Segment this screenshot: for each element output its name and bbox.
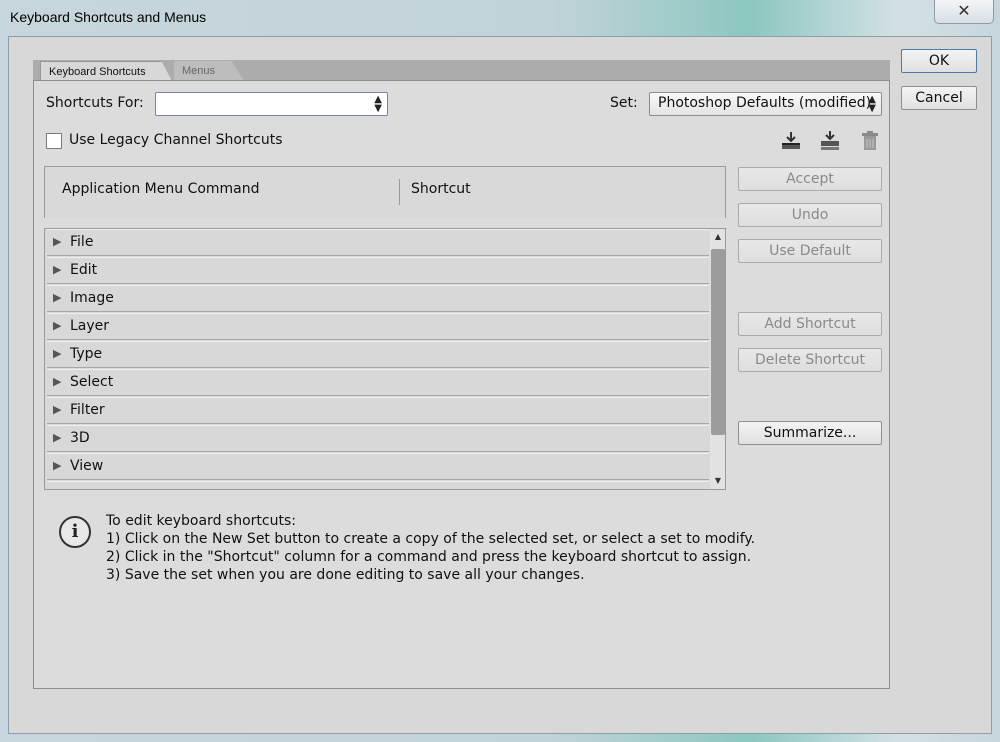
use-default-button[interactable]: Use Default: [738, 239, 882, 263]
accept-button[interactable]: Accept: [738, 167, 882, 191]
expand-triangle-icon[interactable]: ▶: [53, 431, 61, 444]
list-item-label: View: [70, 458, 104, 474]
set-value: Photoshop Defaults (modified): [658, 95, 872, 111]
summarize-button[interactable]: Summarize...: [738, 421, 882, 445]
expand-triangle-icon[interactable]: ▶: [53, 459, 61, 472]
list-item[interactable]: ▶ View: [47, 453, 709, 480]
expand-triangle-icon[interactable]: ▶: [53, 263, 61, 276]
command-list[interactable]: ▶ File ▶ Edit ▶ Image ▶ Layer ▶ Type ▶ Select …: [44, 228, 726, 490]
window-title: Keyboard Shortcuts and Menus: [10, 9, 207, 25]
delete-shortcut-button[interactable]: Delete Shortcut: [738, 348, 882, 372]
tab-keyboard-shortcuts[interactable]: Keyboard Shortcuts: [40, 61, 172, 81]
title-bar[interactable]: Keyboard Shortcuts and Menus ✕: [0, 0, 1000, 36]
add-shortcut-button[interactable]: Add Shortcut: [738, 312, 882, 336]
list-item[interactable]: ▶ 3D: [47, 425, 709, 452]
list-item-label: Image: [70, 290, 114, 306]
expand-triangle-icon[interactable]: ▶: [53, 347, 61, 360]
dialog-window: Keyboard Shortcuts and Menus ✕ Keyboard …: [0, 0, 1000, 742]
list-item-label: Layer: [70, 318, 110, 334]
list-item[interactable]: ▶ Layer: [47, 313, 709, 340]
delete-set-icon[interactable]: [858, 130, 882, 152]
close-icon: ✕: [957, 1, 971, 20]
list-item[interactable]: ▶ Edit: [47, 257, 709, 284]
info-text-line: 3) Save the set when you are done editin…: [106, 567, 585, 583]
cancel-button[interactable]: Cancel: [901, 86, 977, 110]
expand-triangle-icon[interactable]: ▶: [53, 487, 61, 489]
ok-button[interactable]: OK: [901, 49, 977, 73]
expand-triangle-icon[interactable]: ▶: [53, 291, 61, 304]
table-header: Application Menu Command Shortcut: [44, 166, 726, 218]
vertical-scrollbar[interactable]: ▲ ▼: [710, 229, 725, 489]
list-item-label: 3D: [70, 430, 90, 446]
list-item[interactable]: ▶ Select: [47, 369, 709, 396]
expand-triangle-icon[interactable]: ▶: [53, 403, 61, 416]
expand-triangle-icon[interactable]: ▶: [53, 319, 61, 332]
undo-button[interactable]: Undo: [738, 203, 882, 227]
scrollbar-thumb[interactable]: [711, 249, 725, 435]
list-item[interactable]: ▶ Type: [47, 341, 709, 368]
scroll-down-arrow-icon[interactable]: ▼: [710, 473, 725, 489]
shortcuts-for-label: Shortcuts For:: [46, 95, 144, 111]
column-divider[interactable]: [399, 179, 400, 205]
list-item-label: Filter: [70, 402, 105, 418]
updown-arrow-icon: ▲ ▼: [374, 94, 382, 114]
scroll-up-arrow-icon[interactable]: ▲: [710, 229, 725, 245]
info-text-line: 1) Click on the New Set button to create…: [106, 531, 756, 547]
list-item[interactable]: ▶ Filter: [47, 397, 709, 424]
column-header-command[interactable]: Application Menu Command: [62, 181, 260, 197]
save-set-icon[interactable]: [779, 130, 803, 152]
legacy-channel-label: Use Legacy Channel Shortcuts: [69, 132, 283, 148]
set-label: Set:: [610, 95, 638, 111]
info-icon: i: [59, 516, 91, 548]
window-close-button[interactable]: ✕: [934, 0, 994, 24]
set-select[interactable]: Photoshop Defaults (modified) ▲ ▼: [649, 92, 882, 116]
info-text-line: To edit keyboard shortcuts:: [106, 513, 296, 529]
updown-arrow-icon: ▲ ▼: [868, 94, 876, 114]
list-item-label: Type: [70, 346, 103, 362]
new-set-icon[interactable]: [818, 130, 842, 152]
list-item-label: File: [70, 234, 94, 250]
list-item-partial[interactable]: ▶: [47, 481, 709, 489]
shortcuts-for-select[interactable]: ▲ ▼: [155, 92, 388, 116]
column-header-shortcut[interactable]: Shortcut: [411, 181, 471, 197]
list-item-label: Select: [70, 374, 114, 390]
info-text-line: 2) Click in the "Shortcut" column for a …: [106, 549, 752, 565]
expand-triangle-icon[interactable]: ▶: [53, 375, 61, 388]
expand-triangle-icon[interactable]: ▶: [53, 235, 61, 248]
list-item[interactable]: ▶ Image: [47, 285, 709, 312]
legacy-channel-checkbox[interactable]: [46, 133, 62, 149]
list-item[interactable]: ▶ File: [47, 229, 709, 256]
list-item-label: Edit: [70, 262, 98, 278]
